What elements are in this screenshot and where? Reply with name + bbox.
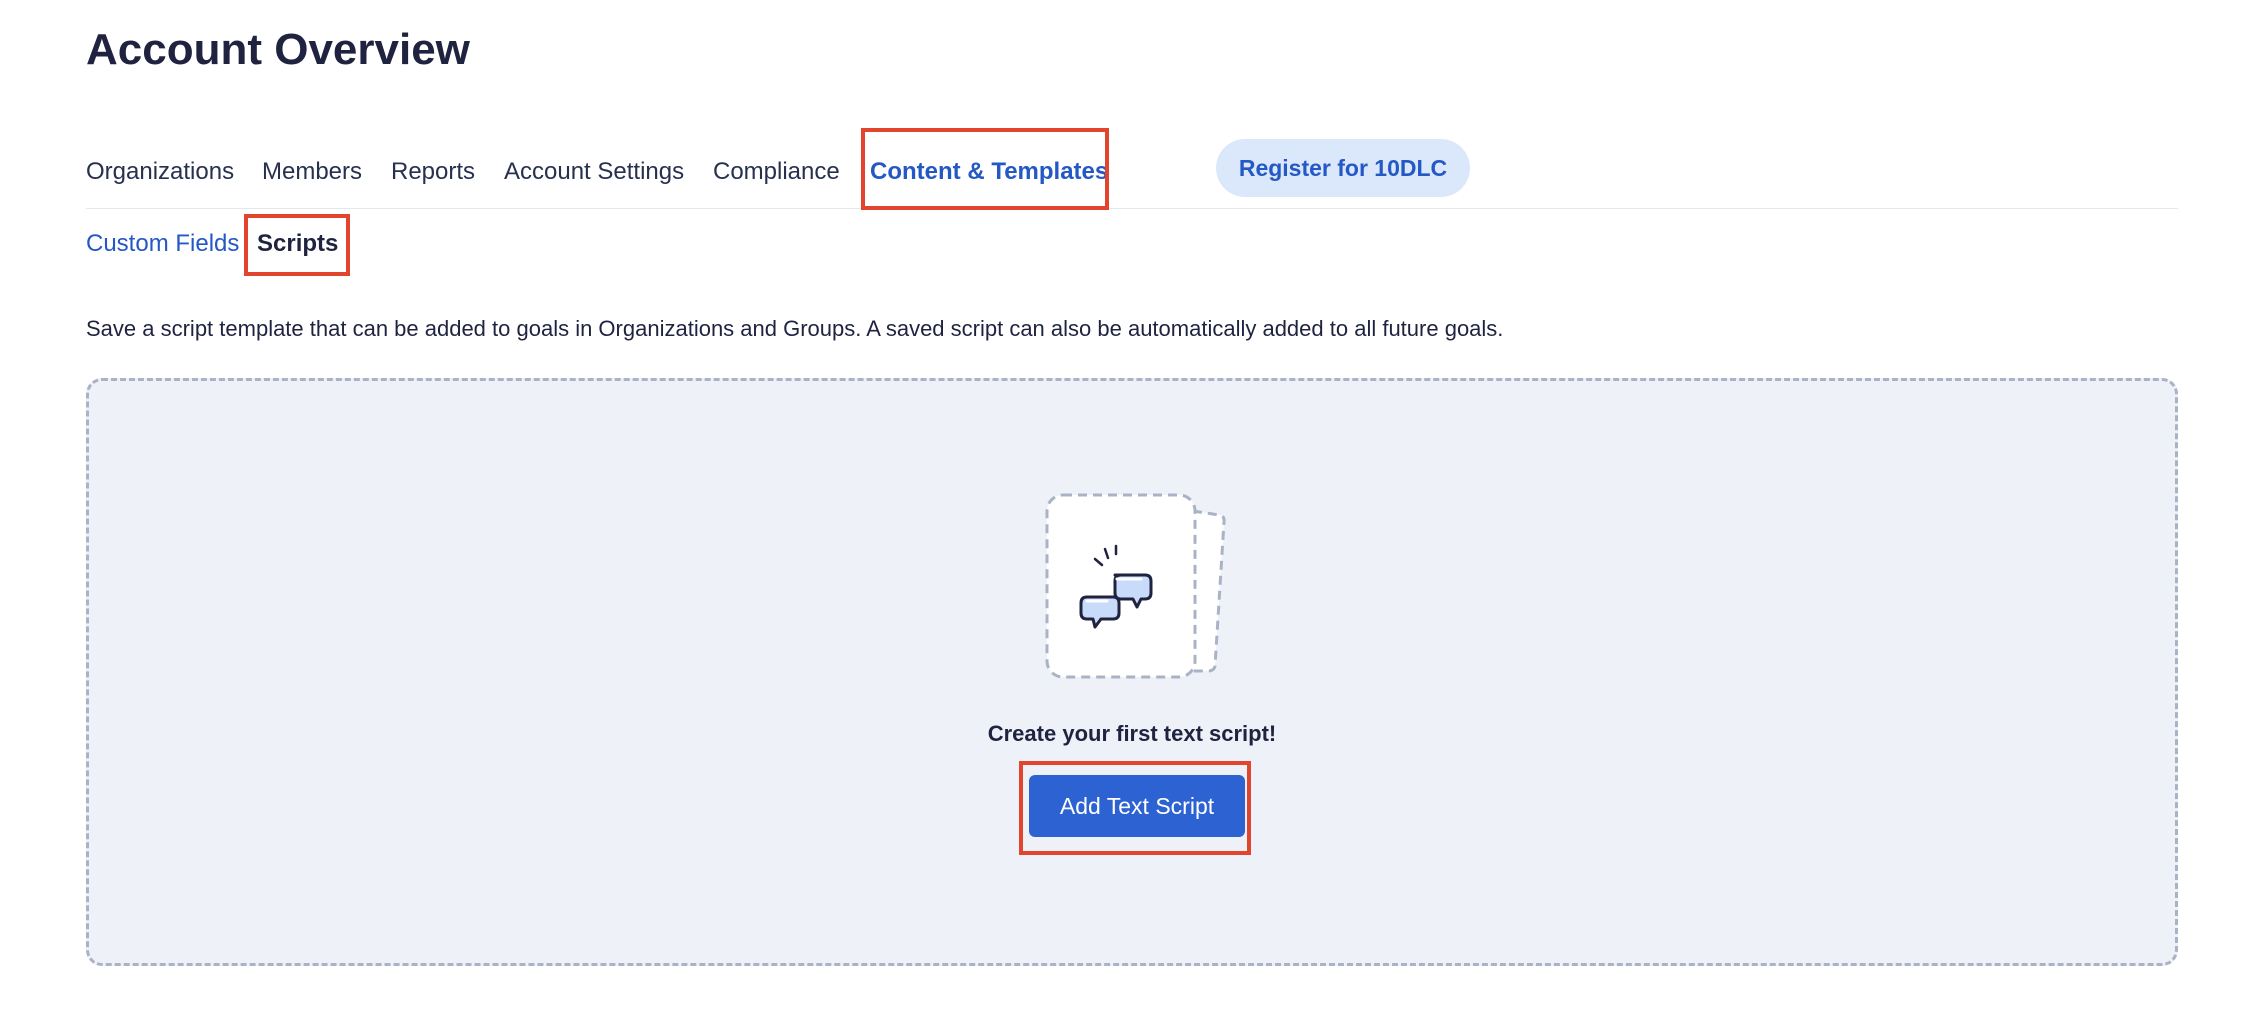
tab-content-templates[interactable]: Content & Templates (870, 156, 1108, 188)
chat-bubbles-icon (1043, 491, 1243, 681)
tab-compliance[interactable]: Compliance (713, 156, 840, 188)
tab-members[interactable]: Members (262, 156, 362, 188)
subtab-custom-fields[interactable]: Custom Fields (86, 228, 239, 260)
tab-reports[interactable]: Reports (391, 156, 475, 188)
empty-state-title: Create your first text script! (987, 721, 1277, 746)
scripts-empty-state: Create your first text script! Add Text … (86, 378, 2178, 966)
add-text-script-button[interactable]: Add Text Script (1029, 775, 1245, 837)
tab-organizations[interactable]: Organizations (86, 156, 234, 188)
main-tab-bar: Organizations Members Reports Account Se… (86, 128, 2178, 210)
account-overview-page: Account Overview Organizations Members R… (0, 0, 2244, 1028)
register-10dlc-button[interactable]: Register for 10DLC (1216, 139, 1470, 197)
tab-account-settings[interactable]: Account Settings (504, 156, 684, 188)
scripts-description: Save a script template that can be added… (86, 316, 1504, 341)
subtab-scripts[interactable]: Scripts (257, 228, 338, 260)
page-title: Account Overview (86, 25, 470, 74)
